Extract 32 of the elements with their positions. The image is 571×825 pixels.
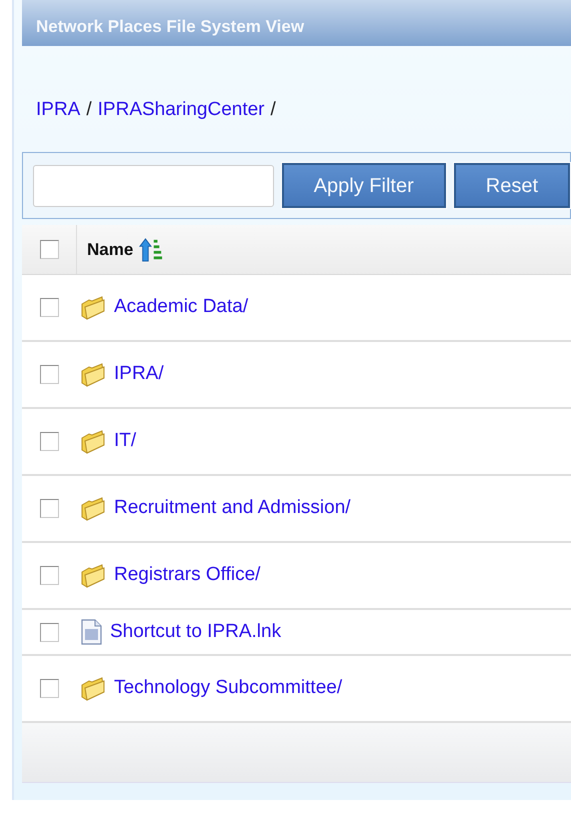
checkbox[interactable] — [40, 365, 58, 384]
checkbox[interactable] — [40, 432, 58, 451]
filter-button[interactable]: Reset — [454, 163, 570, 208]
file-link[interactable]: Technology Subcommittee/ — [114, 674, 342, 703]
column-header[interactable]: Name — [87, 236, 134, 262]
checkbox[interactable] — [40, 298, 58, 317]
file-link[interactable]: IT/ — [114, 427, 136, 456]
document-icon — [80, 619, 102, 645]
folder-icon — [80, 676, 106, 700]
filter-field[interactable] — [33, 164, 274, 206]
breadcrumb-link[interactable]: IPRA — [36, 96, 80, 124]
breadcrumb-link[interactable]: IPRASharingCenter — [98, 96, 265, 124]
window-title: Network Places File System View — [22, 0, 571, 46]
sort-ascending-icon — [139, 236, 164, 262]
file-link[interactable]: Academic Data/ — [114, 293, 248, 322]
folder-icon — [80, 564, 106, 588]
breadcrumb-separator: / — [86, 98, 92, 122]
checkbox[interactable] — [40, 240, 58, 259]
folder-icon — [80, 496, 106, 520]
checkbox[interactable] — [40, 499, 58, 518]
checkbox[interactable] — [40, 679, 58, 698]
checkbox[interactable] — [40, 622, 58, 642]
breadcrumb-separator: / — [270, 98, 276, 122]
folder-icon — [80, 362, 106, 386]
folder-icon — [80, 296, 106, 320]
folder-icon — [80, 430, 106, 454]
checkbox[interactable] — [40, 566, 58, 585]
file-link[interactable]: Recruitment and Admission/ — [114, 494, 351, 523]
file-link[interactable]: IPRA/ — [114, 360, 164, 389]
filter-button[interactable]: Apply Filter — [282, 163, 446, 208]
file-link[interactable]: Shortcut to IPRA.lnk — [110, 618, 282, 646]
file-link[interactable]: Registrars Office/ — [114, 561, 260, 590]
